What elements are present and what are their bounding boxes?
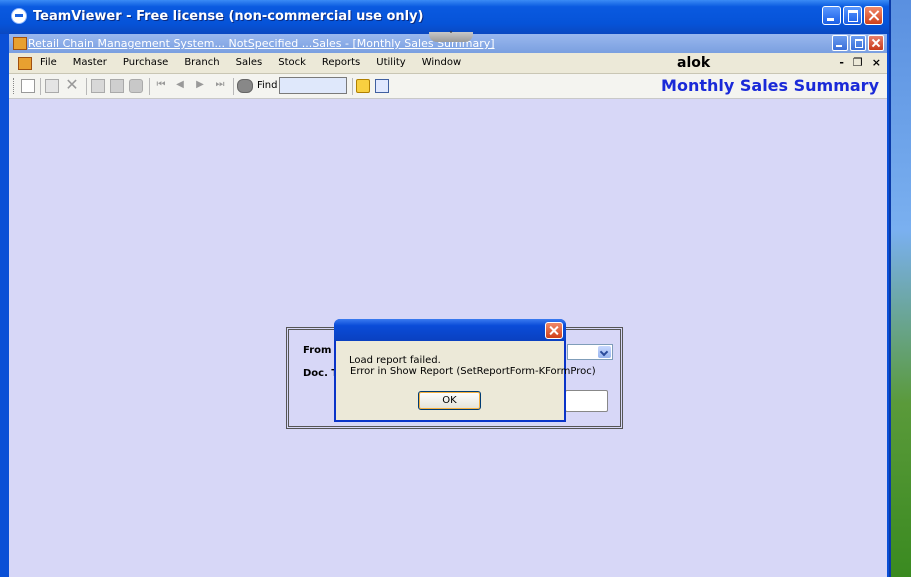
child-window-controls: - ❐ × xyxy=(839,56,881,69)
delete-icon[interactable]: ✕ xyxy=(65,77,79,93)
menu-utility[interactable]: Utility xyxy=(376,57,405,68)
find-label: Find xyxy=(257,80,278,91)
teamviewer-window-controls xyxy=(822,6,883,25)
desktop-background xyxy=(891,0,911,577)
error-detail: Error in Show Report (SetReportForm-KFor… xyxy=(350,366,596,377)
print-preview-icon[interactable] xyxy=(110,79,124,93)
minimize-button[interactable] xyxy=(822,6,841,25)
child-minimize-icon[interactable]: - xyxy=(839,56,844,69)
teamviewer-titlebar[interactable]: TeamViewer - Free license (non-commercia… xyxy=(0,0,889,34)
toolbar-separator xyxy=(149,78,150,95)
binoculars-icon[interactable] xyxy=(237,79,253,93)
ok-button[interactable]: OK xyxy=(418,391,481,410)
teamviewer-panel-handle[interactable]: ˅ xyxy=(429,32,473,42)
toolbar-separator xyxy=(233,78,234,95)
child-restore-icon[interactable]: ❐ xyxy=(853,56,863,69)
new-document-icon[interactable] xyxy=(21,79,35,93)
mdi-title: Retail Chain Management System... NotSpe… xyxy=(28,37,495,50)
print-icon[interactable] xyxy=(129,79,143,93)
last-record-icon[interactable]: ⏭ xyxy=(213,79,227,93)
app-icon xyxy=(13,37,27,50)
dialog-titlebar[interactable] xyxy=(334,319,566,341)
teamviewer-window: TeamViewer - Free license (non-commercia… xyxy=(0,0,891,577)
chevron-down-icon[interactable] xyxy=(598,346,611,358)
mdi-close-button[interactable] xyxy=(868,35,884,51)
user-name: alok xyxy=(677,55,711,71)
exit-icon[interactable] xyxy=(375,79,389,93)
menu-bar: File Master Purchase Branch Sales Stock … xyxy=(9,53,887,74)
previous-record-icon[interactable]: ◀ xyxy=(173,79,187,93)
mdi-titlebar[interactable]: Retail Chain Management System... NotSpe… xyxy=(9,32,887,53)
next-record-icon[interactable]: ▶ xyxy=(193,79,207,93)
mdi-restore-button[interactable] xyxy=(850,35,866,51)
menu-app-icon[interactable] xyxy=(18,57,32,70)
menu-branch[interactable]: Branch xyxy=(184,57,219,68)
find-input[interactable] xyxy=(279,77,347,94)
child-close-icon[interactable]: × xyxy=(872,56,881,69)
menu-file[interactable]: File xyxy=(40,57,57,68)
mdi-minimize-button[interactable] xyxy=(832,35,848,51)
mdi-window-controls xyxy=(832,35,884,51)
menu-window[interactable]: Window xyxy=(422,57,461,68)
toolbar-separator xyxy=(352,78,353,95)
error-dialog: Load report failed. Error in Show Report… xyxy=(334,319,596,422)
menu-items: File Master Purchase Branch Sales Stock … xyxy=(40,57,477,68)
close-button[interactable] xyxy=(864,6,883,25)
menu-sales[interactable]: Sales xyxy=(236,57,263,68)
menu-master[interactable]: Master xyxy=(73,57,107,68)
toolbar-separator xyxy=(40,78,41,95)
maximize-button[interactable] xyxy=(843,6,862,25)
dialog-close-button[interactable] xyxy=(545,322,563,339)
teamviewer-icon xyxy=(11,8,27,24)
doc-type-combo[interactable] xyxy=(567,344,613,360)
workspace: From D Doc. Ty Load report failed. Error… xyxy=(9,99,887,577)
edit-icon[interactable] xyxy=(45,79,59,93)
report-button[interactable] xyxy=(565,390,608,412)
menu-purchase[interactable]: Purchase xyxy=(123,57,168,68)
teamviewer-title: TeamViewer - Free license (non-commercia… xyxy=(33,9,424,24)
form-title: Monthly Sales Summary xyxy=(661,76,879,95)
error-message: Load report failed. xyxy=(349,355,441,366)
menu-stock[interactable]: Stock xyxy=(278,57,306,68)
help-icon[interactable] xyxy=(356,79,370,93)
menu-reports[interactable]: Reports xyxy=(322,57,360,68)
toolbar-grip[interactable] xyxy=(13,78,16,94)
toolbar-separator xyxy=(86,78,87,95)
application-area: Retail Chain Management System... NotSpe… xyxy=(9,32,887,577)
toolbar: ✕ ⏮ ◀ ▶ ⏭ Find Monthly Sales Summary xyxy=(9,74,887,99)
first-record-icon[interactable]: ⏮ xyxy=(154,79,168,93)
save-icon[interactable] xyxy=(91,79,105,93)
